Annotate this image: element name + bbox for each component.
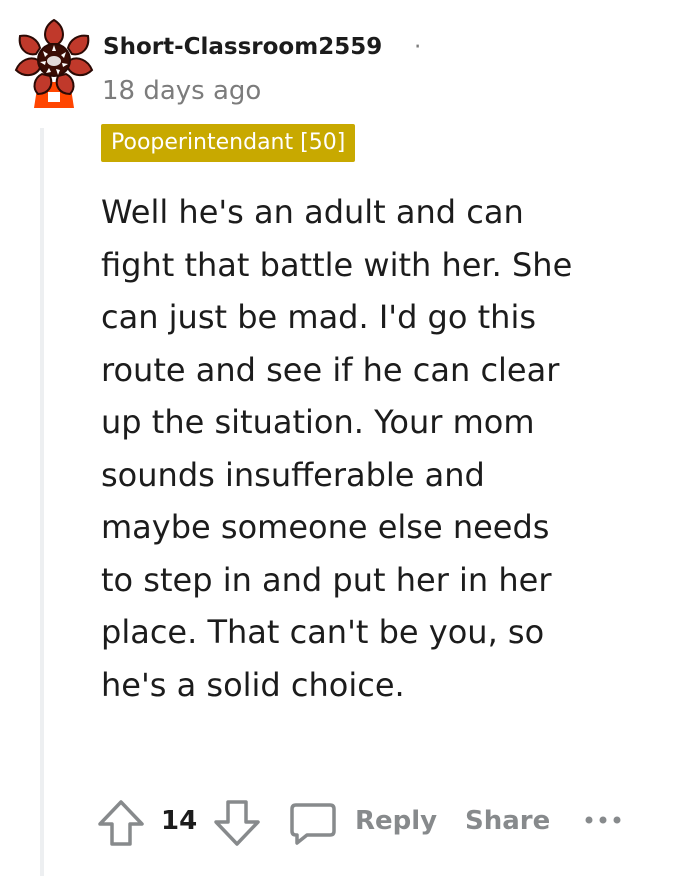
demogorgon-avatar-icon <box>14 18 94 108</box>
avatar[interactable] <box>8 14 100 110</box>
reply-label[interactable]: Reply <box>355 806 437 836</box>
comment-body: Well he's an adult and can fight that ba… <box>101 193 573 704</box>
vote-score: 14 <box>161 806 198 836</box>
share-button[interactable]: Share <box>465 806 550 836</box>
more-options-icon <box>585 816 621 824</box>
comment-bubble-icon <box>290 803 336 845</box>
downvote-arrow-icon <box>214 800 260 846</box>
comment-action-bar: 14 Reply Share <box>95 790 655 856</box>
more-options-button[interactable] <box>581 800 629 840</box>
user-flair-badge: Pooperintendant [50] <box>101 124 356 162</box>
timestamp-link[interactable]: 18 days ago <box>102 76 261 106</box>
thread-line[interactable] <box>40 128 44 876</box>
downvote-button[interactable] <box>211 797 263 849</box>
comment: Short-Classroom2559 · 18 days ago Pooper… <box>0 0 700 883</box>
upvote-arrow-icon <box>98 800 144 846</box>
username-link[interactable]: Short-Classroom2559 <box>103 34 382 60</box>
reply-button[interactable] <box>287 797 339 849</box>
meta-separator: · <box>414 34 422 60</box>
upvote-button[interactable] <box>95 797 147 849</box>
